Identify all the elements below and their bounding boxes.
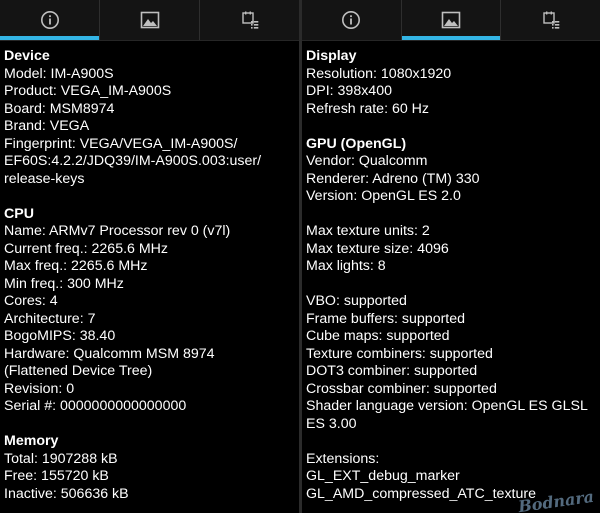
info-row: Max texture size: 4096 [306,240,449,257]
section-title-display: Display [306,48,357,64]
info-row: Renderer: Adreno (TM) 330 [306,170,480,187]
info-row: Vendor: Qualcomm [306,153,428,169]
tab-bar [0,0,299,41]
info-row: Texture combiners: supported [306,345,493,362]
list-icon [542,11,559,29]
info-row: VBO: supported [306,293,407,309]
left-screen: Device Model: IM-A900S Product: VEGA_IM-… [0,0,299,513]
info-row: Resolution: 1080x1920 [306,65,452,82]
info-icon [342,11,361,29]
info-row: (Flattened Device Tree) [4,363,153,379]
info-row: Revision: 0 [4,380,75,397]
info-row: Inactive: 506636 kB [4,485,129,502]
info-row: Brand: VEGA [4,118,90,134]
tab-display[interactable] [401,0,502,40]
tab-system[interactable] [501,0,600,40]
info-row: Cores: 4 [4,293,58,309]
info-row: Max freq.: 2265.6 MHz [4,258,148,274]
tab-info[interactable] [302,0,402,40]
info-row: Version: OpenGL ES 2.0 [306,188,461,204]
info-row: Fingerprint: VEGA/VEGA_IM-A900S/ [4,135,238,152]
info-row: Crossbar combiner: supported [306,380,497,397]
info-row: Name: ARMv7 Processor rev 0 (v7l) [4,223,231,239]
info-row: BogoMIPS: 38.40 [4,328,116,344]
info-row: Frame buffers: supported [306,310,466,327]
info-row: Hardware: Qualcomm MSM 8974 [4,345,215,362]
info-row: release-keys [4,170,85,187]
info-row: Total: 1907288 kB [4,450,118,467]
tab-bar [302,0,600,41]
section-title-gpu: GPU (OpenGL) [306,135,407,152]
info-row: Refresh rate: 60 Hz [306,100,430,117]
section-title-cpu: CPU [4,205,34,222]
info-row: Max lights: 8 [306,258,386,274]
display-info-content: Display Resolution: 1080x1920 DPI: 398x4… [306,48,598,503]
info-icon [40,11,59,29]
info-row: Max texture units: 2 [306,223,430,239]
info-row: ES 3.00 [306,415,357,432]
tab-info[interactable] [0,0,100,40]
info-row: Serial #: 0000000000000000 [4,398,187,414]
info-row: Min freq.: 300 MHz [4,275,124,292]
info-row: Shader language version: OpenGL ES GLSL [306,398,588,414]
right-screen: Display Resolution: 1080x1920 DPI: 398x4… [302,0,600,513]
info-row: DOT3 combiner: supported [306,363,478,379]
tab-system[interactable] [200,0,299,40]
info-row: Board: MSM8974 [4,100,115,117]
section-title-memory: Memory [4,433,59,449]
section-title-device: Device [4,48,50,64]
info-row: EF60S:4.2.2/JDQ39/IM-A900S.003:user/ [4,153,262,169]
info-row: Cube maps: supported [306,328,450,344]
info-row: GL_EXT_debug_marker [306,468,460,484]
image-icon [140,11,159,29]
device-info-content: Device Model: IM-A900S Product: VEGA_IM-… [4,48,297,503]
info-row: Free: 155720 kB [4,468,109,484]
info-row: Product: VEGA_IM-A900S [4,83,172,99]
info-row: Architecture: 7 [4,310,96,327]
image-icon [441,11,461,29]
info-row: Current freq.: 2265.6 MHz [4,240,169,257]
info-row: Extensions: [306,450,380,467]
info-row: Model: IM-A900S [4,65,114,82]
tab-display[interactable] [100,0,200,40]
info-row: DPI: 398x400 [306,83,392,99]
list-icon [241,11,258,29]
